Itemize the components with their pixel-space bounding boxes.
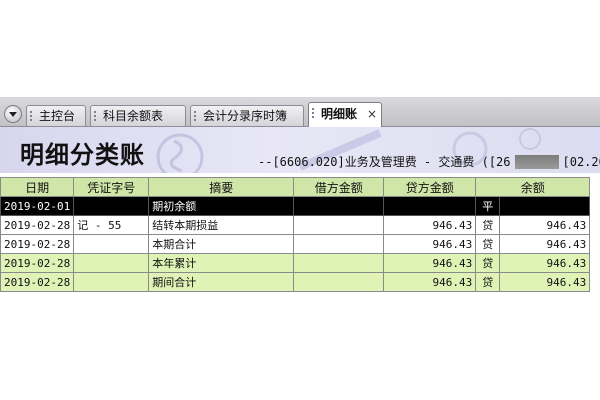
redacted-block	[514, 155, 559, 169]
cell-date: 2019-02-28	[0, 272, 75, 292]
ledger-table: 日期 凭证字号 摘要 借方金额 贷方金额 余额 2019-02-01 期初余额 …	[0, 177, 591, 292]
cell-summary: 本期合计	[148, 234, 295, 254]
cell-debit	[293, 253, 385, 273]
account-subtitle-left: --[6606.020]业务及管理费 - 交通费 ([26	[258, 155, 511, 169]
column-header-debit[interactable]: 借方金额	[293, 177, 385, 197]
cell-summary: 期间合计	[148, 272, 295, 292]
tab-strip: 主控台 科目余额表 会计分录序时簿 明细账 ×	[0, 97, 600, 127]
table-row[interactable]: 2019-02-28 期间合计 946.43 贷 946.43	[0, 272, 591, 292]
cell-balance: 946.43	[499, 253, 591, 273]
cell-balance: 946.43	[499, 234, 591, 254]
account-subtitle-right: [02.2018053]公	[562, 155, 600, 169]
page-title: 明细分类账	[20, 141, 145, 169]
tab-detail-ledger[interactable]: 明细账 ×	[308, 102, 382, 127]
cell-voucher	[73, 196, 150, 216]
cell-credit: 946.43	[383, 272, 477, 292]
cell-debit	[293, 234, 385, 254]
cell-balance: 946.43	[499, 272, 591, 292]
cell-credit	[383, 196, 477, 216]
cell-debit	[293, 196, 385, 216]
cell-balance: 946.43	[499, 215, 591, 235]
tab-account-balance[interactable]: 科目余额表	[90, 105, 186, 126]
column-header-summary[interactable]: 摘要	[148, 177, 295, 197]
cell-voucher	[73, 234, 150, 254]
cell-date: 2019-02-28	[0, 234, 75, 254]
cell-voucher[interactable]: 记 - 55	[73, 215, 150, 235]
cell-summary: 结转本期损益	[148, 215, 295, 235]
cell-date: 2019-02-28	[0, 253, 75, 273]
grip-icon	[312, 108, 318, 118]
account-subtitle: --[6606.020]业务及管理费 - 交通费 ([26 [02.2018053…	[258, 153, 600, 170]
cell-direction: 平	[475, 196, 501, 216]
column-header-balance[interactable]: 余额	[475, 177, 591, 197]
tab-console[interactable]: 主控台	[26, 105, 86, 126]
table-row[interactable]: 2019-02-28 记 - 55 结转本期损益 946.43 贷 946.43	[0, 215, 591, 235]
cell-direction: 贷	[475, 234, 501, 254]
cell-voucher	[73, 253, 150, 273]
column-header-voucher[interactable]: 凭证字号	[73, 177, 150, 197]
cell-balance	[499, 196, 591, 216]
cell-summary: 本年累计	[148, 253, 295, 273]
cell-credit: 946.43	[383, 215, 477, 235]
cell-direction: 贷	[475, 272, 501, 292]
table-row[interactable]: 2019-02-01 期初余额 平	[0, 196, 591, 216]
report-header: 明细分类账 --[6606.020]业务及管理费 - 交通费 ([26 [02.2…	[0, 127, 600, 173]
chevron-down-icon	[9, 111, 17, 117]
cell-date: 2019-02-28	[0, 215, 75, 235]
cell-credit: 946.43	[383, 234, 477, 254]
tab-label: 主控台	[39, 109, 76, 123]
cell-direction: 贷	[475, 253, 501, 273]
ledger-window: 主控台 科目余额表 会计分录序时簿 明细账 × 明细分类账 --[6606.02…	[0, 97, 600, 307]
cell-summary: 期初余额	[148, 196, 295, 216]
column-header-credit[interactable]: 贷方金额	[383, 177, 477, 197]
cell-debit	[293, 272, 385, 292]
table-row[interactable]: 2019-02-28 本年累计 946.43 贷 946.43	[0, 253, 591, 273]
cell-credit: 946.43	[383, 253, 477, 273]
grip-icon	[30, 111, 36, 121]
table-row[interactable]: 2019-02-28 本期合计 946.43 贷 946.43	[0, 234, 591, 254]
cell-voucher	[73, 272, 150, 292]
table-header-row: 日期 凭证字号 摘要 借方金额 贷方金额 余额	[0, 177, 591, 197]
tab-journal[interactable]: 会计分录序时簿	[190, 105, 304, 126]
cell-direction: 贷	[475, 215, 501, 235]
tab-label: 科目余额表	[103, 109, 164, 123]
cell-date: 2019-02-01	[0, 196, 75, 216]
column-header-date[interactable]: 日期	[0, 177, 75, 197]
tab-label: 明细账	[321, 107, 358, 121]
cell-debit	[293, 215, 385, 235]
tab-menu-button[interactable]	[4, 105, 22, 123]
close-icon[interactable]: ×	[367, 103, 377, 125]
tab-label: 会计分录序时簿	[203, 109, 288, 123]
grip-icon	[94, 111, 100, 121]
grip-icon	[194, 111, 200, 121]
